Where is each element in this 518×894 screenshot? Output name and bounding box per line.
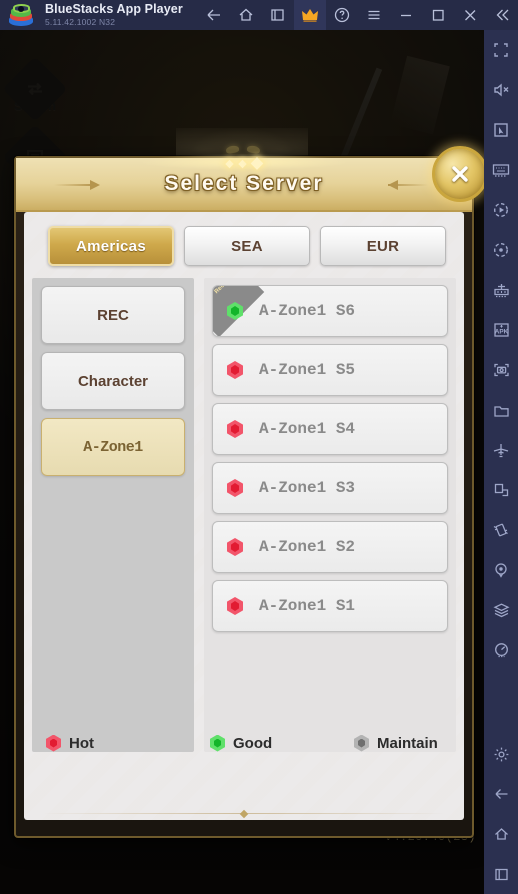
screenshot-icon[interactable]: [484, 350, 518, 390]
mute-icon[interactable]: [484, 70, 518, 110]
server-list[interactable]: Recommend A-Zone1 S6 A-Zone1 S5: [204, 278, 456, 752]
status-badge-hot: [227, 479, 243, 497]
keyboard-icon[interactable]: [484, 150, 518, 190]
server-row[interactable]: A-Zone1 S3: [212, 462, 448, 514]
tab-eur-label: EUR: [366, 237, 400, 255]
titlebar: BlueStacks App Player 5.11.42.1002 N32: [0, 0, 518, 30]
status-badge-maintain: [354, 734, 369, 752]
android-recents-icon[interactable]: [484, 854, 518, 894]
server-row[interactable]: A-Zone1 S4: [212, 403, 448, 455]
script-layers-icon[interactable]: [484, 590, 518, 630]
titlebar-titles: BlueStacks App Player 5.11.42.1002 N32: [45, 3, 183, 26]
performance-meter-icon[interactable]: [484, 630, 518, 670]
server-row[interactable]: A-Zone1 S2: [212, 521, 448, 573]
back-button[interactable]: [198, 0, 230, 30]
zone-group-character[interactable]: Character: [41, 352, 185, 410]
maximize-button[interactable]: [422, 0, 454, 30]
dialog-title: Select Server: [164, 172, 324, 195]
dialog-close-button[interactable]: [432, 146, 484, 202]
status-badge-hot: [227, 538, 243, 556]
rotate-screen-icon[interactable]: [484, 470, 518, 510]
multi-instance-manager-icon[interactable]: [484, 270, 518, 310]
tab-eur[interactable]: EUR: [320, 226, 446, 266]
close-window-button[interactable]: [454, 0, 486, 30]
bluestacks-window: BlueStacks App Player 5.11.42.1002 N32 S…: [0, 0, 518, 894]
status-badge-hot: [227, 420, 243, 438]
cursor-pointer-icon[interactable]: [484, 110, 518, 150]
legend-item-hot: Hot: [46, 734, 94, 752]
install-apk-icon[interactable]: APK: [484, 310, 518, 350]
server-row[interactable]: A-Zone1 S5: [212, 344, 448, 396]
select-server-dialog: Select Server Americas SEA EUR REC Chara…: [14, 146, 484, 838]
collapse-sidebar-button[interactable]: [486, 0, 518, 30]
multi-instance-button[interactable]: [262, 0, 294, 30]
server-name: A-Zone1 S1: [259, 597, 356, 615]
status-badge-hot: [46, 734, 61, 752]
media-folder-icon[interactable]: [484, 390, 518, 430]
minimize-button[interactable]: [390, 0, 422, 30]
region-tabs: Americas SEA EUR: [48, 226, 446, 266]
zone-group-list[interactable]: REC Character A-Zone1: [32, 278, 194, 752]
legend-item-maintain: Maintain: [354, 734, 438, 752]
menu-button[interactable]: [358, 0, 390, 30]
titlebar-buttons: [198, 0, 518, 30]
bluestacks-logo-icon: [9, 4, 35, 26]
server-name: A-Zone1 S6: [259, 302, 356, 320]
status-badge-hot: [227, 361, 243, 379]
dialog-body: Americas SEA EUR REC Character A-Zone1 A…: [24, 212, 464, 820]
legend-good-label: Good: [233, 734, 273, 752]
server-name: A-Zone1 S5: [259, 361, 356, 379]
status-badge-good: [227, 302, 243, 320]
home-button[interactable]: [230, 0, 262, 30]
zone-group-a-zone1-label: A-Zone1: [83, 438, 143, 456]
status-badge-good: [210, 734, 225, 752]
tab-sea[interactable]: SEA: [184, 226, 310, 266]
legend-maintain-label: Maintain: [377, 734, 438, 752]
app-version: 5.11.42.1002 N32: [45, 16, 116, 27]
server-row[interactable]: A-Zone1 S1: [212, 580, 448, 632]
tab-americas[interactable]: Americas: [48, 226, 174, 266]
legend-hot-label: Hot: [69, 734, 94, 752]
dialog-panes: REC Character A-Zone1 A-Zone1 S6 A-Zone1…: [24, 278, 464, 752]
status-legend: Hot Good Maintain: [24, 728, 464, 758]
header-diamonds: [225, 157, 264, 170]
app-name: BlueStacks App Player: [45, 2, 183, 17]
tab-americas-label: Americas: [76, 237, 146, 255]
zone-group-a-zone1[interactable]: A-Zone1: [41, 418, 185, 476]
android-screen: Switch Notice v4.20.40(23): [0, 30, 484, 894]
settings-gear-icon[interactable]: [484, 734, 518, 774]
dialog-header: Select Server: [16, 154, 472, 212]
shake-icon[interactable]: [484, 510, 518, 550]
server-name: A-Zone1 S4: [259, 420, 356, 438]
server-row[interactable]: Recommend A-Zone1 S6: [212, 285, 448, 337]
fullscreen-icon[interactable]: [484, 30, 518, 70]
android-home-icon[interactable]: [484, 814, 518, 854]
server-name: A-Zone1 S3: [259, 479, 356, 497]
tab-sea-label: SEA: [231, 237, 263, 255]
zone-group-character-label: Character: [77, 372, 149, 390]
macro-record-icon[interactable]: [484, 230, 518, 270]
server-name: A-Zone1 S2: [259, 538, 356, 556]
help-button[interactable]: [326, 0, 358, 30]
zone-group-rec-label: REC: [97, 306, 129, 324]
premium-button[interactable]: [294, 0, 326, 30]
bluestacks-sidebar: APK: [484, 30, 518, 894]
eco-mode-icon[interactable]: [484, 430, 518, 470]
svg-text:APK: APK: [494, 328, 508, 335]
android-back-icon[interactable]: [484, 774, 518, 814]
location-icon[interactable]: [484, 550, 518, 590]
zone-group-rec[interactable]: REC: [41, 286, 185, 344]
status-badge-hot: [227, 597, 243, 615]
macro-play-icon[interactable]: [484, 190, 518, 230]
legend-item-good: Good: [210, 734, 273, 752]
